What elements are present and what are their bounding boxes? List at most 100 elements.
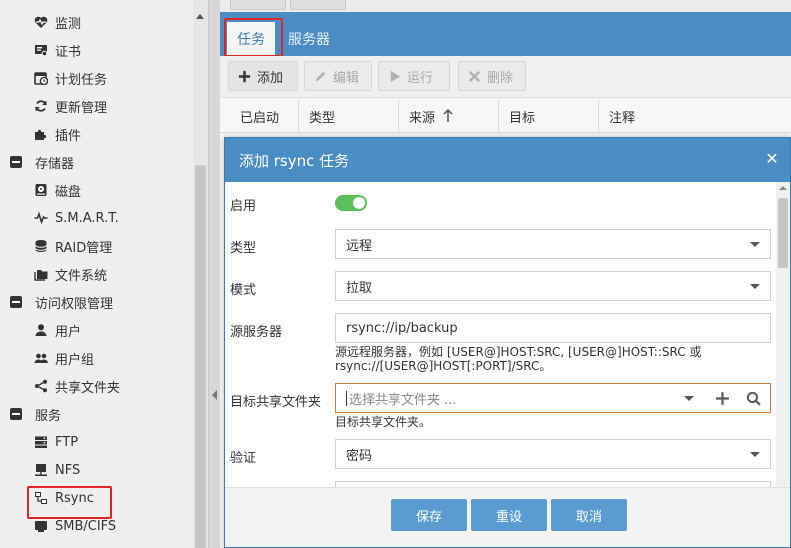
sidebar-item-label: FTP	[55, 434, 79, 450]
sidebar-item-10[interactable]: 访问权限管理	[10, 288, 113, 316]
mode-select-value: 拉取	[346, 280, 373, 296]
plus-icon[interactable]	[715, 391, 730, 406]
run-button[interactable]: 运行	[378, 61, 450, 91]
sidebar-item-6[interactable]: 磁盘	[34, 176, 81, 204]
col-type[interactable]: 类型	[299, 99, 399, 133]
col-comment[interactable]: 注释	[599, 99, 791, 133]
col-enabled[interactable]: 已启动	[220, 99, 299, 133]
certificate-icon	[34, 43, 48, 57]
target-folder-hint: 目标共享文件夹。	[335, 415, 432, 429]
target-folder-label: 目标共享文件夹	[230, 395, 322, 410]
save-button[interactable]: 保存	[391, 499, 467, 531]
sidebar-item-5[interactable]: 存储器	[10, 148, 74, 176]
enable-toggle[interactable]	[335, 195, 367, 211]
sidebar-item-4[interactable]: 插件	[34, 120, 81, 148]
top-tab-fragment	[230, 0, 286, 10]
mode-label: 模式	[230, 283, 257, 298]
collapse-icon[interactable]	[10, 408, 22, 420]
add-button[interactable]: 添加	[228, 61, 298, 91]
pencil-icon	[315, 71, 326, 81]
sidebar-item-16[interactable]: NFS	[34, 456, 80, 484]
collapse-icon[interactable]	[10, 296, 22, 308]
enable-label: 启用	[230, 199, 257, 214]
grid-header: 已启动 类型 来源 目标 注释	[220, 99, 791, 133]
dialog-title-bar[interactable]: 添加 rsync 任务 ✕	[225, 138, 790, 182]
heartbeat-icon	[34, 15, 48, 29]
col-source[interactable]: 来源	[399, 99, 499, 133]
chevron-down-icon[interactable]	[750, 284, 760, 289]
auth-select-value: 密码	[346, 448, 373, 464]
chevron-down-icon[interactable]	[750, 452, 760, 457]
sidebar-item-11[interactable]: 用户	[34, 316, 81, 344]
sidebar-item-label: NFS	[55, 462, 81, 478]
mode-select[interactable]: 拉取	[335, 271, 771, 301]
target-folder-combo[interactable]: 选择共享文件夹 ...	[335, 383, 771, 413]
sidebar-scroll-thumb[interactable]	[195, 165, 206, 548]
sidebar-item-label: 共享文件夹	[55, 380, 121, 396]
sidebar-item-label: 用户	[55, 324, 82, 340]
source-server-input[interactable]: rsync://ip/backup	[335, 313, 771, 343]
plus-icon	[238, 70, 251, 82]
users-icon	[34, 351, 48, 365]
col-target[interactable]: 目标	[499, 99, 599, 133]
col-source-label: 来源	[409, 110, 436, 126]
sidebar-item-12[interactable]: 用户组	[34, 344, 94, 372]
sidebar-item-label: 访问权限管理	[35, 296, 114, 312]
smb-icon	[34, 519, 48, 533]
sidebar-item-8[interactable]: RAID管理	[34, 232, 112, 260]
sidebar-item-13[interactable]: 共享文件夹	[34, 372, 120, 400]
close-icon[interactable]: ✕	[765, 151, 779, 167]
delete-button[interactable]: 删除	[458, 61, 526, 91]
panel-splitter[interactable]	[209, 0, 220, 548]
sidebar-item-15[interactable]: FTP	[34, 428, 78, 456]
cancel-button[interactable]: 取消	[551, 499, 627, 531]
tab-servers[interactable]: 服务器	[278, 22, 340, 56]
sidebar-item-label: 监测	[55, 16, 82, 32]
sidebar-item-label: 更新管理	[55, 100, 108, 116]
sidebar-item-2[interactable]: 计划任务	[34, 64, 107, 92]
play-icon	[390, 70, 401, 82]
sidebar-item-label: RAID管理	[55, 240, 113, 256]
type-select-value: 远程	[346, 238, 373, 254]
puzzle-icon	[34, 127, 48, 141]
dialog-footer: 保存 重设 取消	[225, 487, 790, 547]
pulse-icon	[34, 211, 48, 225]
auth-select[interactable]: 密码	[335, 439, 771, 469]
user-icon	[34, 323, 48, 337]
run-button-label: 运行	[407, 70, 434, 86]
server-icon	[34, 435, 48, 449]
source-server-hint: 源远程服务器，例如 [USER@]HOST:SRC, [USER@]HOST::…	[335, 345, 702, 373]
dialog-form: 启用 类型 远程 模式 拉取 源服务器 rsync://ip/backup 源远…	[225, 182, 790, 487]
source-server-value: rsync://ip/backup	[346, 320, 458, 336]
sidebar-scrollbar[interactable]	[193, 0, 208, 548]
delete-button-label: 删除	[487, 70, 514, 86]
sidebar-item-7[interactable]: S.M.A.R.T.	[34, 204, 119, 232]
edit-button[interactable]: 编辑	[304, 61, 372, 91]
nfs-icon	[34, 463, 48, 477]
sidebar-item-9[interactable]: 文件系统	[34, 260, 107, 288]
sidebar-item-label: 证书	[55, 44, 82, 60]
sidebar-item-0[interactable]: 监测	[34, 8, 81, 36]
sidebar-item-label: 存储器	[35, 156, 75, 172]
collapse-icon[interactable]	[10, 156, 22, 168]
top-strip	[220, 0, 791, 12]
reset-button[interactable]: 重设	[471, 499, 547, 531]
database-icon	[34, 239, 48, 253]
type-select[interactable]: 远程	[335, 229, 771, 259]
chevron-down-icon[interactable]	[750, 242, 760, 247]
scroll-up-arrow-icon[interactable]	[779, 186, 787, 190]
toolbar: 添加 编辑 运行 删除	[220, 56, 791, 98]
chevron-down-icon[interactable]	[684, 396, 694, 401]
sidebar-item-1[interactable]: 证书	[34, 36, 81, 64]
rsync-highlight-box	[27, 486, 112, 519]
calendar-clock-icon	[34, 71, 48, 85]
dialog-scrollbar[interactable]	[776, 182, 790, 487]
search-icon[interactable]	[746, 391, 761, 406]
sidebar-item-3[interactable]: 更新管理	[34, 92, 107, 120]
dialog-scroll-thumb[interactable]	[778, 198, 788, 268]
sidebar-item-14[interactable]: 服务	[10, 400, 61, 428]
sidebar-item-label: 计划任务	[55, 72, 108, 88]
add-rsync-task-dialog: 添加 rsync 任务 ✕ 启用 类型 远程 模式 拉取 源服务器 rsync:…	[224, 137, 791, 548]
collapse-arrow-icon[interactable]	[212, 390, 217, 400]
scroll-up-arrow-icon[interactable]	[196, 14, 204, 19]
